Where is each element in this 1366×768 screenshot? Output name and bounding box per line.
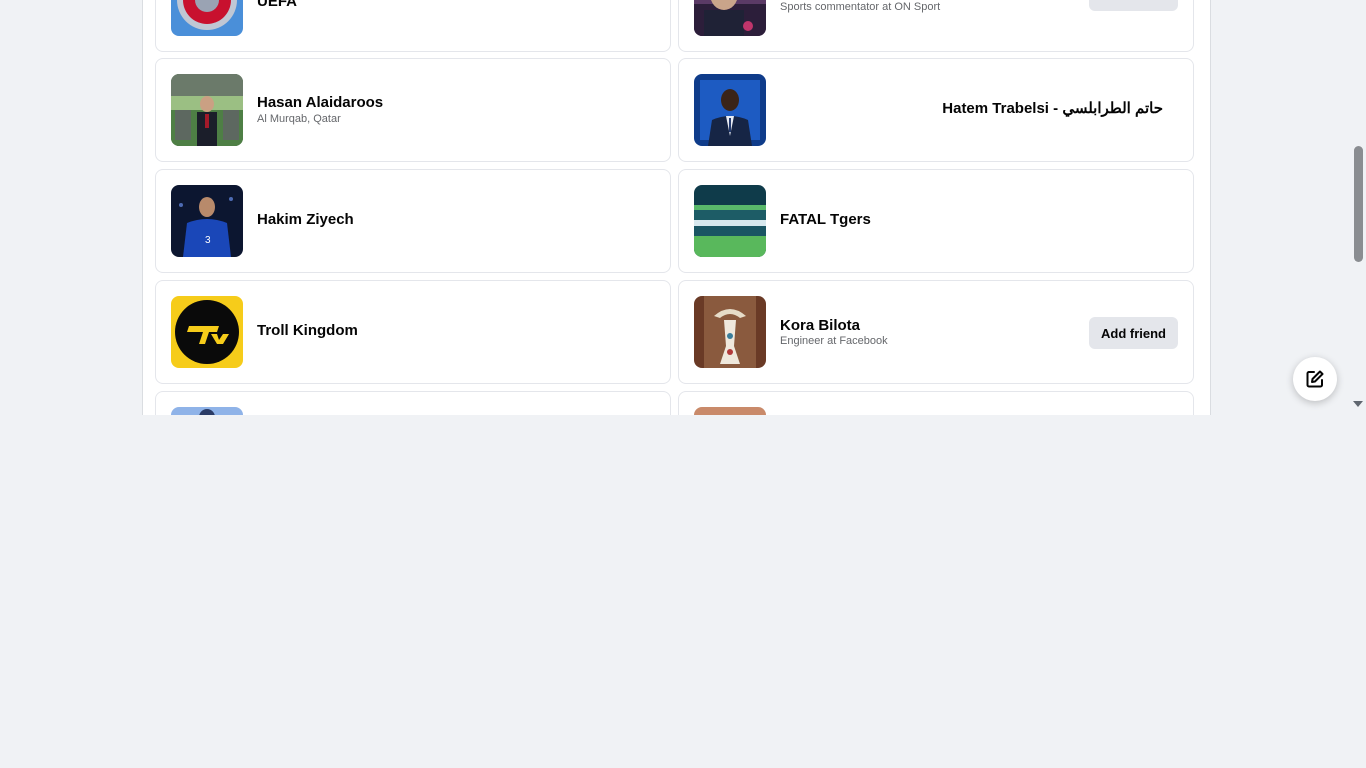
compose-message-button[interactable] bbox=[1293, 357, 1337, 401]
person-card-hatem-trabelsi[interactable]: Hatem Trabelsi - حاتم الطرابلسي bbox=[678, 58, 1194, 162]
svg-text:3: 3 bbox=[205, 235, 211, 246]
person-card-hakim-ziyech[interactable]: 3 Hakim Ziyech bbox=[155, 169, 671, 273]
avatar-troll-kingdom[interactable] bbox=[171, 296, 243, 368]
add-friend-button[interactable]: Add friend bbox=[1089, 317, 1178, 349]
avatar-uefa[interactable] bbox=[171, 0, 243, 36]
person-name[interactable]: Hatem Trabelsi - حاتم الطرابلسي bbox=[942, 99, 1163, 117]
person-subtitle: Al Murqab, Qatar bbox=[257, 113, 341, 125]
person-card-fatal-tgers[interactable]: FATAL Tgers bbox=[678, 169, 1194, 273]
avatar-commentator[interactable] bbox=[694, 0, 766, 36]
person-card-kora-bilota[interactable]: Kora Bilota Engineer at Facebook Add fri… bbox=[678, 280, 1194, 384]
person-name[interactable]: Hasan Alaidaroos bbox=[257, 94, 383, 111]
person-name[interactable]: UEFA bbox=[257, 0, 297, 10]
avatar-hatem-trabelsi[interactable] bbox=[694, 74, 766, 146]
compose-icon bbox=[1306, 370, 1324, 388]
people-list-viewport: UEFA Sports commentator at ON Sport Add … bbox=[0, 0, 1366, 415]
person-name[interactable]: Kora Bilota bbox=[780, 317, 860, 334]
person-subtitle: Engineer at Facebook bbox=[780, 335, 888, 347]
person-card-uefa[interactable]: UEFA bbox=[155, 0, 671, 52]
avatar-partial-left[interactable] bbox=[171, 407, 243, 415]
person-name[interactable]: Hakim Ziyech bbox=[257, 211, 354, 228]
avatar-kora-bilota[interactable] bbox=[694, 296, 766, 368]
person-name[interactable]: Troll Kingdom bbox=[257, 322, 358, 339]
avatar-partial-right[interactable] bbox=[694, 407, 766, 415]
scroll-down-arrow-icon[interactable] bbox=[1353, 401, 1363, 407]
person-card-hasan-alaidaroos[interactable]: Hasan Alaidaroos Al Murqab, Qatar bbox=[155, 58, 671, 162]
person-card-troll-kingdom[interactable]: Troll Kingdom bbox=[155, 280, 671, 384]
person-card-partial-right[interactable] bbox=[678, 391, 1194, 415]
person-name[interactable]: FATAL Tgers bbox=[780, 211, 871, 228]
avatar-fatal-tgers[interactable] bbox=[694, 185, 766, 257]
scrollbar-thumb[interactable] bbox=[1354, 146, 1363, 262]
avatar-hakim-ziyech[interactable]: 3 bbox=[171, 185, 243, 257]
avatar-hasan-alaidaroos[interactable] bbox=[171, 74, 243, 146]
person-card-commentator[interactable]: Sports commentator at ON Sport Add frien… bbox=[678, 0, 1194, 52]
add-friend-button[interactable]: Add friend bbox=[1089, 0, 1178, 11]
person-card-partial-left[interactable] bbox=[155, 391, 671, 415]
person-subtitle: Sports commentator at ON Sport bbox=[780, 1, 941, 13]
